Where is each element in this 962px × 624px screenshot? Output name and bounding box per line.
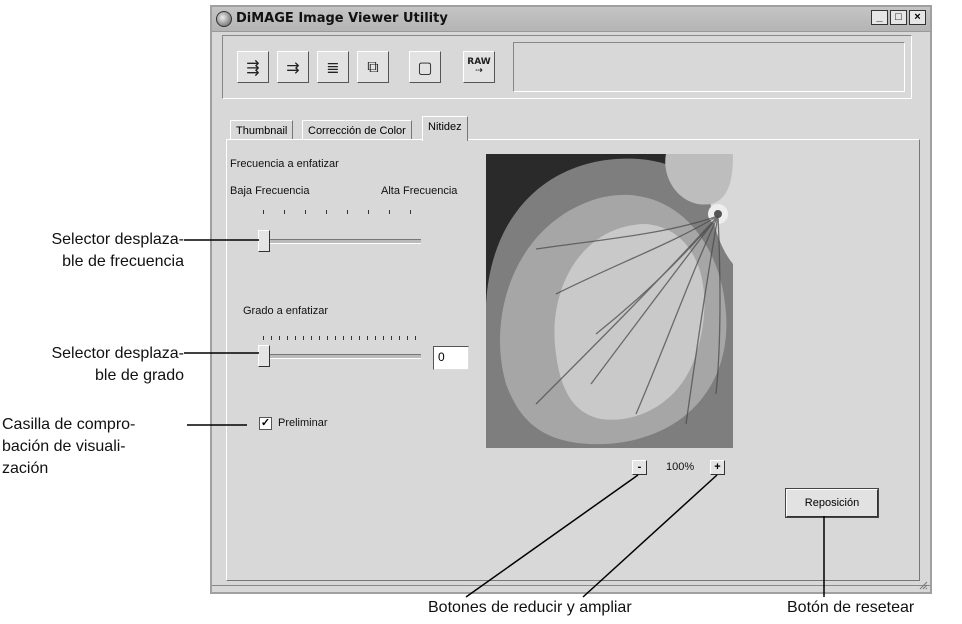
preview-label: Preliminar xyxy=(278,417,328,429)
resize-grip-icon[interactable] xyxy=(918,580,928,590)
copy-settings-icon: ⧉ xyxy=(367,57,379,76)
callout-frequency-line-1: Selector desplaza- xyxy=(51,231,184,248)
callout-degree-line-1: Selector desplaza- xyxy=(51,345,184,362)
frequency-slider-track[interactable] xyxy=(259,239,421,244)
app-icon xyxy=(216,11,232,27)
batch-convert-button[interactable]: ≣ xyxy=(317,51,349,83)
tab-sharpness[interactable]: Nitidez xyxy=(422,116,468,141)
window-title: DiMAGE Image Viewer Utility xyxy=(236,11,448,26)
camera-settings-button[interactable]: ▢ xyxy=(409,51,441,83)
degree-slider-track[interactable] xyxy=(259,354,421,359)
toolbar-info-panel xyxy=(513,42,905,92)
callout-reset-button: Botón de resetear xyxy=(787,599,915,616)
raw-convert-button[interactable]: RAW ⇢ xyxy=(463,51,495,83)
toolbar: ⇶ ⇉ ≣ ⧉ ▢ RAW ⇢ xyxy=(222,35,912,99)
preview-image xyxy=(486,154,733,448)
maximize-button[interactable]: □ xyxy=(890,10,907,25)
copy-settings-button[interactable]: ⧉ xyxy=(357,51,389,83)
load-camera-button[interactable]: ⇶ xyxy=(237,51,269,83)
frequency-label: Frecuencia a enfatizar xyxy=(230,158,339,170)
callout-preview-line-2: bación de visuali- xyxy=(2,438,126,455)
tab-thumbnail[interactable]: Thumbnail xyxy=(230,120,294,140)
preview-checkbox[interactable]: ✓ xyxy=(259,417,272,430)
raw-label: RAW xyxy=(467,57,491,67)
callout-degree-slider: Selector desplaza- ble de grado xyxy=(8,343,184,387)
window-controls: _ □ × xyxy=(871,10,926,25)
title-bar[interactable]: DiMAGE Image Viewer Utility _ □ × xyxy=(212,7,930,32)
app-window: DiMAGE Image Viewer Utility _ □ × ⇶ ⇉ ≣ … xyxy=(210,5,932,594)
close-button[interactable]: × xyxy=(909,10,926,25)
batch-convert-icon: ≣ xyxy=(326,57,340,77)
tab-color-correction[interactable]: Corrección de Color xyxy=(302,120,412,140)
save-camera-icon: ⇉ xyxy=(286,57,300,77)
load-camera-icon: ⇶ xyxy=(246,57,260,77)
callout-preview-line-3: zación xyxy=(2,460,49,477)
status-bar xyxy=(212,585,930,592)
minimize-button[interactable]: _ xyxy=(871,10,888,25)
callout-zoom-buttons: Botones de reducir y ampliar xyxy=(428,599,632,616)
callout-frequency-line-2: ble de frecuencia xyxy=(62,253,184,270)
zoom-level: 100% xyxy=(666,461,695,473)
reset-button[interactable]: Reposición xyxy=(785,488,879,518)
high-frequency-label: Alta Frecuencia xyxy=(381,185,458,197)
callout-preview-line-1: Casilla de compro- xyxy=(2,416,136,433)
save-camera-button[interactable]: ⇉ xyxy=(277,51,309,83)
callout-degree-line-2: ble de grado xyxy=(95,367,184,384)
low-frequency-label: Baja Frecuencia xyxy=(230,185,310,197)
check-mark-icon: ✓ xyxy=(260,417,271,429)
callout-preview-checkbox: Casilla de compro- bación de visuali- za… xyxy=(2,414,192,480)
frequency-slider-thumb[interactable] xyxy=(258,230,270,252)
zoom-in-button[interactable]: + xyxy=(710,460,725,475)
callout-frequency-slider: Selector desplaza- ble de frecuencia xyxy=(8,229,184,273)
raw-convert-icon: RAW ⇢ xyxy=(467,57,491,76)
degree-label: Grado a enfatizar xyxy=(243,305,328,317)
degree-value-field[interactable]: 0 xyxy=(433,346,469,370)
degree-slider-thumb[interactable] xyxy=(258,345,270,367)
zoom-out-button[interactable]: - xyxy=(632,460,647,475)
camera-settings-icon: ▢ xyxy=(417,57,433,77)
